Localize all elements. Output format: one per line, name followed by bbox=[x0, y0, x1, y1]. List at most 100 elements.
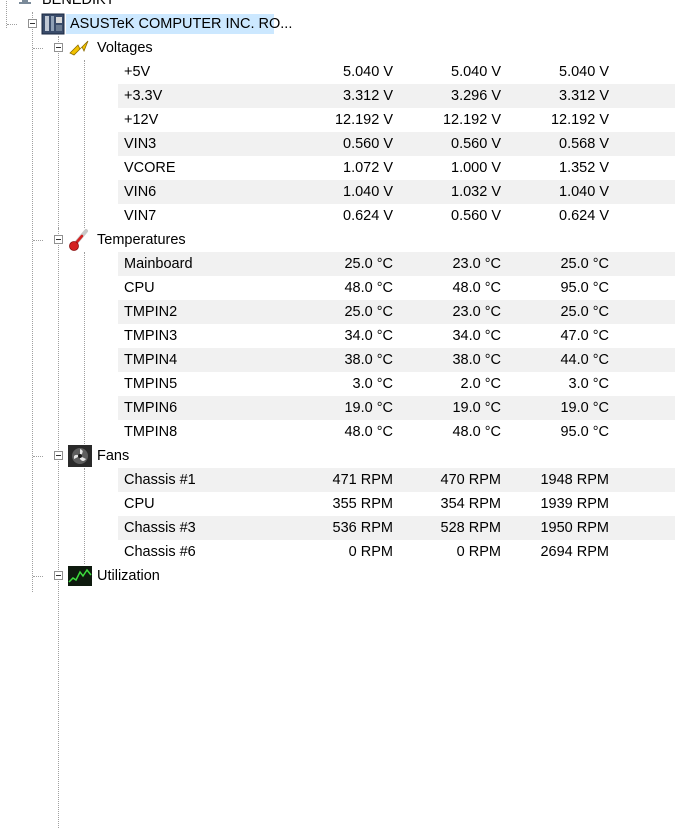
tree-line-voltage-children bbox=[84, 60, 85, 228]
table-row[interactable]: +5V 5.040 V 5.040 V 5.040 V bbox=[118, 60, 675, 84]
sensor-name: VCORE bbox=[124, 160, 176, 176]
sensor-max: 1948 RPM bbox=[540, 472, 609, 488]
table-row[interactable]: Chassis #3 536 RPM 528 RPM 1950 RPM bbox=[118, 516, 675, 540]
tree-line-board bbox=[32, 12, 33, 592]
tree-line-temperature-children bbox=[84, 252, 85, 444]
sensor-max: 0.624 V bbox=[559, 208, 609, 224]
tree-line-temperatures bbox=[58, 228, 59, 828]
table-row[interactable]: Chassis #6 0 RPM 0 RPM 2694 RPM bbox=[118, 540, 675, 564]
sensor-value: 12.192 V bbox=[334, 112, 393, 128]
sensor-min: 48.0 °C bbox=[452, 424, 501, 440]
sensor-max: 1950 RPM bbox=[540, 520, 609, 536]
group-label-utilization: Utilization bbox=[97, 568, 160, 584]
sensor-value: 1.072 V bbox=[343, 160, 393, 176]
collapse-utilization-toggle[interactable] bbox=[54, 571, 63, 580]
sensor-value: 3.312 V bbox=[343, 88, 393, 104]
sensor-name: +12V bbox=[124, 112, 159, 128]
table-row[interactable]: TMPIN4 38.0 °C 38.0 °C 44.0 °C bbox=[118, 348, 675, 372]
sensor-max: 47.0 °C bbox=[560, 328, 609, 344]
tree-node-computer[interactable]: BENEDIKT bbox=[0, 0, 675, 12]
collapse-fans-toggle[interactable] bbox=[54, 451, 63, 460]
sensor-min: 354 RPM bbox=[440, 496, 501, 512]
sensor-max: 25.0 °C bbox=[560, 304, 609, 320]
sensor-name: CPU bbox=[124, 280, 155, 296]
tree-branch bbox=[33, 48, 43, 49]
motherboard-icon bbox=[41, 13, 65, 35]
sensor-max: 0.568 V bbox=[559, 136, 609, 152]
tree-branch bbox=[33, 456, 43, 457]
sensor-name: VIN3 bbox=[124, 136, 157, 152]
board-name: ASUSTeK COMPUTER INC. RO... bbox=[70, 16, 293, 32]
sensor-value: 0.560 V bbox=[343, 136, 393, 152]
sensor-min: 2.0 °C bbox=[460, 376, 501, 392]
sensor-min: 0.560 V bbox=[451, 208, 501, 224]
sensor-value: 536 RPM bbox=[332, 520, 393, 536]
lightning-icon bbox=[69, 40, 89, 56]
sensor-name: TMPIN6 bbox=[124, 400, 178, 416]
sensor-min: 1.032 V bbox=[451, 184, 501, 200]
tree-node-utilization[interactable]: Utilization bbox=[0, 564, 675, 588]
table-row[interactable]: CPU 48.0 °C 48.0 °C 95.0 °C bbox=[118, 276, 675, 300]
tree-node-voltages[interactable]: Voltages bbox=[0, 36, 675, 60]
sensor-name: Chassis #1 bbox=[124, 472, 196, 488]
collapse-temperatures-toggle[interactable] bbox=[54, 235, 63, 244]
table-row[interactable]: TMPIN6 19.0 °C 19.0 °C 19.0 °C bbox=[118, 396, 675, 420]
sensor-value: 19.0 °C bbox=[344, 400, 393, 416]
tree-branch bbox=[33, 576, 43, 577]
sensor-min: 19.0 °C bbox=[452, 400, 501, 416]
sensor-value: 25.0 °C bbox=[344, 256, 393, 272]
table-row[interactable]: VIN7 0.624 V 0.560 V 0.624 V bbox=[118, 204, 675, 228]
sensor-name: VIN6 bbox=[124, 184, 157, 200]
table-row[interactable]: Chassis #1 471 RPM 470 RPM 1948 RPM bbox=[118, 468, 675, 492]
sensor-value: 48.0 °C bbox=[344, 424, 393, 440]
sensor-value: 0 RPM bbox=[348, 544, 393, 560]
monitor-icon bbox=[19, 0, 31, 4]
sensor-min: 528 RPM bbox=[440, 520, 501, 536]
sensor-max: 1.040 V bbox=[559, 184, 609, 200]
tree-node-temperatures[interactable]: Temperatures bbox=[0, 228, 675, 252]
tree-branch bbox=[33, 240, 43, 241]
sensor-value: 471 RPM bbox=[332, 472, 393, 488]
table-row[interactable]: +3.3V 3.312 V 3.296 V 3.312 V bbox=[118, 84, 675, 108]
sensor-max: 25.0 °C bbox=[560, 256, 609, 272]
sensor-value: 355 RPM bbox=[332, 496, 393, 512]
table-row[interactable]: VCORE 1.072 V 1.000 V 1.352 V bbox=[118, 156, 675, 180]
table-row[interactable]: TMPIN5 3.0 °C 2.0 °C 3.0 °C bbox=[118, 372, 675, 396]
sensor-name: +3.3V bbox=[124, 88, 163, 104]
tree-node-fans[interactable]: Fans bbox=[0, 444, 675, 468]
collapse-board-toggle[interactable] bbox=[28, 19, 37, 28]
sensor-max: 1.352 V bbox=[559, 160, 609, 176]
sensor-name: VIN7 bbox=[124, 208, 157, 224]
group-label-fans: Fans bbox=[97, 448, 130, 464]
table-row[interactable]: TMPIN2 25.0 °C 23.0 °C 25.0 °C bbox=[118, 300, 675, 324]
sensor-min: 470 RPM bbox=[440, 472, 501, 488]
table-row[interactable]: TMPIN8 48.0 °C 48.0 °C 95.0 °C bbox=[118, 420, 675, 444]
sensor-max: 95.0 °C bbox=[560, 280, 609, 296]
table-row[interactable]: +12V 12.192 V 12.192 V 12.192 V bbox=[118, 108, 675, 132]
sensor-max: 3.312 V bbox=[559, 88, 609, 104]
collapse-voltages-toggle[interactable] bbox=[54, 43, 63, 52]
sensor-min: 5.040 V bbox=[451, 64, 501, 80]
fan-icon bbox=[68, 445, 92, 467]
sensor-value: 5.040 V bbox=[343, 64, 393, 80]
tree-line-fan-children bbox=[84, 468, 85, 564]
sensor-max: 3.0 °C bbox=[568, 376, 609, 392]
sensor-min: 3.296 V bbox=[451, 88, 501, 104]
table-row[interactable]: VIN3 0.560 V 0.560 V 0.568 V bbox=[118, 132, 675, 156]
sensor-max: 2694 RPM bbox=[540, 544, 609, 560]
group-label-temperatures: Temperatures bbox=[97, 232, 186, 248]
sensor-max: 19.0 °C bbox=[560, 400, 609, 416]
tree-node-board[interactable]: ASUSTeK COMPUTER INC. RO... bbox=[0, 12, 675, 36]
table-row[interactable]: VIN6 1.040 V 1.032 V 1.040 V bbox=[118, 180, 675, 204]
table-row[interactable]: TMPIN3 34.0 °C 34.0 °C 47.0 °C bbox=[118, 324, 675, 348]
tree-branch bbox=[7, 24, 17, 25]
sensor-max: 44.0 °C bbox=[560, 352, 609, 368]
table-row[interactable]: Mainboard 25.0 °C 23.0 °C 25.0 °C bbox=[118, 252, 675, 276]
sensor-value: 48.0 °C bbox=[344, 280, 393, 296]
sensor-max: 5.040 V bbox=[559, 64, 609, 80]
sensor-name: TMPIN2 bbox=[124, 304, 178, 320]
sensor-name: TMPIN3 bbox=[124, 328, 178, 344]
sensor-name: Chassis #3 bbox=[124, 520, 196, 536]
table-row[interactable]: CPU 355 RPM 354 RPM 1939 RPM bbox=[118, 492, 675, 516]
group-label-voltages: Voltages bbox=[97, 40, 153, 56]
